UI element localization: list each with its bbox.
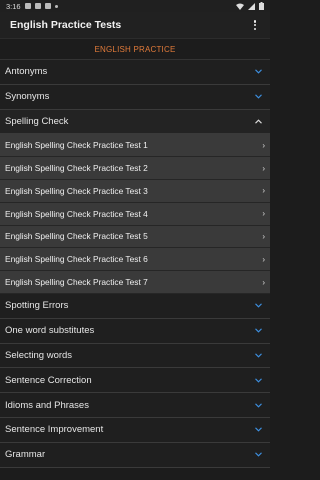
chevron-right-icon: ›: [262, 231, 265, 241]
test-label: English Spelling Check Practice Test 7: [5, 277, 148, 288]
category-label: Sentence Improvement: [5, 424, 104, 436]
test-item[interactable]: English Spelling Check Practice Test 2 ›: [0, 157, 270, 180]
test-label: English Spelling Check Practice Test 6: [5, 254, 148, 265]
chevron-down-icon: [253, 425, 263, 435]
chevron-right-icon: ›: [262, 140, 265, 150]
signal-icon: [248, 2, 255, 10]
section-header: ENGLISH PRACTICE: [0, 39, 270, 60]
category-label: One word substitutes: [5, 325, 95, 337]
dot: [253, 27, 257, 30]
test-label: English Spelling Check Practice Test 5: [5, 231, 148, 242]
app-bar: English Practice Tests: [0, 12, 270, 39]
category-list: Antonyms Synonyms Spelling Check English…: [0, 60, 270, 468]
chevron-down-icon: [253, 350, 263, 360]
chevron-right-icon: ›: [262, 209, 265, 219]
dot-icon: [54, 4, 58, 8]
chevron-down-icon: [253, 450, 263, 460]
app-title: English Practice Tests: [10, 19, 122, 31]
notification-icon: [34, 3, 41, 9]
category-label: Grammar: [5, 449, 46, 461]
chevron-right-icon: ›: [262, 277, 265, 287]
dot: [253, 20, 257, 23]
wifi-icon: [236, 3, 244, 10]
category-label: Antonyms: [5, 66, 48, 78]
status-left: 3:16: [6, 2, 58, 11]
category-label: Spotting Errors: [5, 300, 69, 312]
status-right: [236, 2, 264, 10]
chevron-right-icon: ›: [262, 163, 265, 173]
category-label: Synonyms: [5, 91, 50, 103]
category-label: Selecting words: [5, 349, 73, 361]
chevron-right-icon: ›: [262, 254, 265, 264]
test-item[interactable]: English Spelling Check Practice Test 7 ›: [0, 271, 270, 294]
category-sentence-improvement[interactable]: Sentence Improvement: [0, 417, 270, 443]
category-label: Sentence Correction: [5, 374, 92, 386]
more-options-icon[interactable]: [250, 19, 260, 31]
test-item[interactable]: English Spelling Check Practice Test 6 ›: [0, 248, 270, 272]
category-label: Idioms and Phrases: [5, 399, 89, 411]
test-item[interactable]: English Spelling Check Practice Test 4 ›: [0, 202, 270, 226]
dot: [253, 23, 257, 27]
shield-icon: [44, 3, 51, 9]
category-spotting-errors[interactable]: Spotting Errors: [0, 293, 270, 319]
category-label: Spelling Check: [5, 115, 69, 127]
test-item[interactable]: English Spelling Check Practice Test 5 ›: [0, 225, 270, 249]
chevron-down-icon: [253, 301, 263, 311]
test-label: English Spelling Check Practice Test 3: [5, 185, 148, 196]
test-label: English Spelling Check Practice Test 2: [5, 163, 148, 174]
category-one-word-substitutes[interactable]: One word substitutes: [0, 318, 270, 344]
category-antonyms[interactable]: Antonyms: [0, 60, 270, 85]
test-item[interactable]: English Spelling Check Practice Test 3 ›: [0, 179, 270, 203]
chevron-down-icon: [253, 92, 263, 102]
category-idioms-and-phrases[interactable]: Idioms and Phrases: [0, 393, 270, 418]
category-sentence-correction[interactable]: Sentence Correction: [0, 368, 270, 394]
category-grammar[interactable]: Grammar: [0, 442, 270, 468]
category-selecting-words[interactable]: Selecting words: [0, 343, 270, 369]
category-spelling-check[interactable]: Spelling Check: [0, 109, 270, 135]
status-bar: 3:16: [0, 0, 270, 12]
battery-icon: [259, 2, 264, 10]
chevron-right-icon: ›: [262, 186, 265, 196]
test-item[interactable]: English Spelling Check Practice Test 1 ›: [0, 134, 270, 158]
chevron-down-icon: [253, 375, 263, 385]
chevron-down-icon: [253, 67, 263, 77]
status-time: 3:16: [6, 1, 21, 11]
test-label: English Spelling Check Practice Test 1: [5, 140, 148, 151]
chevron-down-icon: [253, 326, 263, 336]
test-label: English Spelling Check Practice Test 4: [5, 208, 148, 219]
photo-icon: [24, 3, 31, 9]
chevron-up-icon: [253, 116, 263, 126]
category-synonyms[interactable]: Synonyms: [0, 84, 270, 110]
chevron-down-icon: [253, 400, 263, 410]
